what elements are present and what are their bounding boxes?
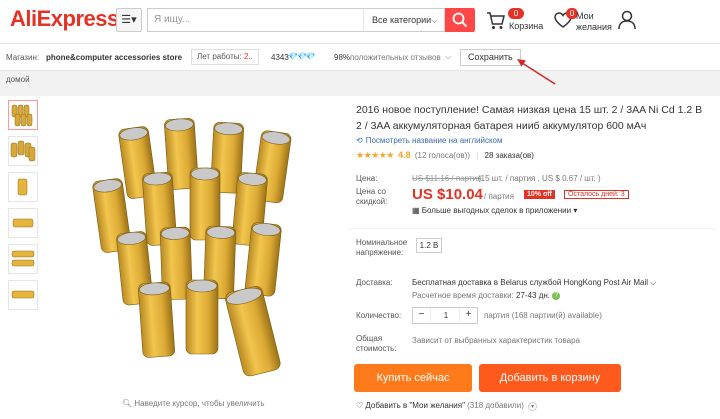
- thumbnail-3[interactable]: [8, 172, 38, 202]
- shipping-method-text: Бесплатная доставка в Belarus службой Ho…: [412, 278, 649, 287]
- store-label: Магазин:: [6, 53, 40, 62]
- store-bar: Магазин: phone&computer accessories stor…: [0, 44, 720, 71]
- discount-price-unit: / партия: [484, 192, 514, 201]
- store-name-link[interactable]: phone&computer accessories store: [46, 53, 182, 62]
- quantity-input[interactable]: 1: [431, 308, 461, 323]
- wishlist-label: Мои желания: [576, 11, 612, 32]
- discount-price: US $10.04: [412, 186, 483, 203]
- app-deals-link[interactable]: ▦ Больше выгодных сделок в приложении ▾: [412, 206, 577, 215]
- add-to-wishlist-link[interactable]: ♡ Добавить в "Мои желания" (318 добавили…: [356, 401, 538, 411]
- thumbnail-4[interactable]: [8, 208, 38, 238]
- quantity-increase-button[interactable]: +: [459, 308, 477, 323]
- price-label: Цена:: [356, 174, 378, 183]
- voltage-option-1-2v[interactable]: 1.2 В: [416, 238, 442, 253]
- category-select-value: Все категории: [372, 15, 432, 25]
- chevron-down-icon: ⌵: [650, 278, 657, 287]
- orders-count: 28 заказа(ов): [484, 151, 534, 160]
- store-years-label: Лет работы:: [197, 52, 244, 61]
- cart-icon: [487, 12, 505, 29]
- quantity-stepper: − 1 +: [412, 307, 478, 324]
- discount-badge: 10% off: [524, 190, 555, 199]
- help-icon[interactable]: ?: [552, 291, 561, 300]
- diamond-icons: 💎💎💎: [288, 52, 316, 61]
- translate-icon: ⟲: [356, 136, 363, 145]
- feedback-label[interactable]: положительных отзывов: [350, 53, 441, 62]
- store-score: 4343: [271, 53, 289, 62]
- aliexpress-logo[interactable]: AliExpress: [10, 6, 119, 32]
- chevron-down-icon: ▾: [571, 206, 578, 215]
- shipping-method[interactable]: Бесплатная доставка в Belarus службой Ho…: [412, 278, 656, 288]
- page-root: AliExpress ☰▾ Я ищу... Все категории ⌵ 0…: [0, 0, 720, 419]
- add-to-cart-button[interactable]: Добавить в корзину: [479, 364, 621, 392]
- save-store-button[interactable]: Сохранить: [460, 49, 521, 66]
- arrow-annotation-icon: [517, 59, 556, 85]
- delivery-time-value: 27-43 дн.: [516, 291, 551, 300]
- cart-count-badge: 0: [508, 8, 524, 19]
- days-left-badge: Осталось дней: 3: [564, 190, 629, 199]
- old-price: US $11.16 / партия: [412, 174, 482, 183]
- rating-votes-link[interactable]: (12 голоса(ов)): [415, 151, 470, 160]
- feedback-percent: 98%: [334, 53, 351, 62]
- chevron-down-icon[interactable]: ⌵: [445, 52, 451, 62]
- heart-outline-icon: ♡: [356, 401, 366, 410]
- zoom-hint-text: Наведите курсор, чтобы увеличить: [134, 399, 265, 408]
- rating-row: ★★★★★ 4.8 (12 голоса(ов)) | 28 заказа(ов…: [356, 150, 534, 161]
- search-button[interactable]: [445, 8, 475, 32]
- menu-icon: ☰▾: [121, 14, 137, 26]
- thumbnail-list: [8, 100, 44, 316]
- old-price-note: (15 шт. / партия , US $ 0.67 / шт. ): [478, 174, 601, 183]
- store-years: Лет работы: 2..: [191, 49, 259, 65]
- delivery-time: Расчетное время доставки: 27-43 дн. ?: [412, 291, 561, 300]
- menu-button[interactable]: ☰▾: [116, 8, 142, 32]
- quantity-label: Количество:: [356, 311, 402, 320]
- quantity-available-note: партия (168 партии(й) available): [484, 311, 602, 320]
- price-block: Цена: US $11.16 / партия (15 шт. / парти…: [348, 168, 716, 220]
- qr-code-icon: ▦: [412, 206, 422, 215]
- product-main-image[interactable]: [56, 104, 316, 394]
- quantity-decrease-button[interactable]: −: [413, 308, 431, 323]
- app-deals-text: Больше выгодных сделок в приложении: [421, 206, 572, 215]
- delivery-time-label: Расчетное время доставки:: [412, 291, 514, 300]
- star-rating-icons: ★★★★★: [356, 150, 394, 160]
- thumbnail-1[interactable]: [8, 100, 38, 130]
- zoom-hint: 🔍︎ Наведите курсор, чтобы увеличить: [122, 399, 265, 408]
- total-price-label: Общая стоимость:: [356, 334, 397, 353]
- shipping-label: Доставка:: [356, 278, 393, 287]
- translate-title-link[interactable]: ⟲ Посмотреть название на английском: [356, 136, 502, 145]
- header: AliExpress ☰▾ Я ищу... Все категории ⌵ 0…: [0, 0, 720, 44]
- translate-title-text: Посмотреть название на английском: [365, 136, 503, 145]
- chevron-down-icon[interactable]: ▾: [528, 402, 538, 411]
- product-main: 🔍︎ Наведите курсор, чтобы увеличить 2016…: [0, 96, 720, 419]
- breadcrumb[interactable]: домой: [6, 75, 30, 84]
- user-icon[interactable]: [618, 10, 636, 30]
- buy-now-button[interactable]: Купить сейчас: [354, 364, 472, 392]
- search-icon: [452, 12, 468, 28]
- chevron-down-icon: ⌵: [431, 15, 438, 25]
- divider: [348, 228, 716, 229]
- wishlist-button[interactable]: 0 Мои желания: [554, 8, 614, 38]
- total-price-note: Зависит от выбранных характеристик товар…: [412, 336, 580, 345]
- store-years-value: 2..: [243, 52, 253, 61]
- thumbnail-6[interactable]: [8, 280, 38, 310]
- thumbnail-5[interactable]: [8, 244, 38, 274]
- rating-score: 4.8: [398, 150, 411, 160]
- product-title: 2016 новое поступление! Самая низкая цен…: [356, 104, 703, 132]
- search-input[interactable]: Я ищу...: [147, 8, 363, 32]
- rating-separator: |: [476, 151, 479, 160]
- thumbnail-2[interactable]: [8, 136, 38, 166]
- add-to-wishlist-text: Добавить в "Мои желания": [365, 401, 465, 410]
- category-select[interactable]: Все категории ⌵: [363, 8, 445, 32]
- wishlist-added-count: (318 добавили): [467, 401, 524, 410]
- voltage-label: Номинальное напряжение:: [356, 238, 408, 257]
- magnifier-icon: 🔍︎: [122, 399, 135, 408]
- discount-price-label: Цена со скидкой:: [356, 187, 388, 206]
- cart-label: Корзина: [509, 21, 544, 31]
